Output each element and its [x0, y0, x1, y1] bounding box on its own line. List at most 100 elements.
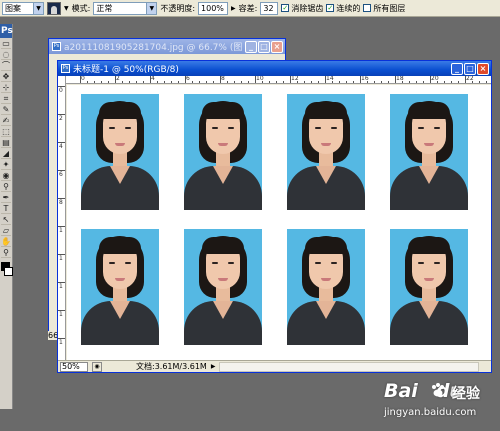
ruler-tick [129, 81, 130, 83]
fill-source-select[interactable]: 图案 ▼ [2, 1, 44, 15]
ruler-tick [157, 81, 158, 83]
document-titlebar[interactable]: Ps 未标题-1 @ 50%(RGB/8) _ □ × [58, 61, 491, 76]
id-photo [81, 94, 159, 210]
document-icon: Ps [61, 64, 70, 73]
tool-button[interactable]: ⌗ [1, 94, 11, 104]
background-color-swatch[interactable] [4, 267, 13, 276]
mouth [218, 278, 228, 281]
ruler-tick [297, 81, 298, 83]
baidu-watermark: Bai du 经验 jingyan.baidu.com [384, 380, 494, 428]
id-photo [184, 94, 262, 210]
ruler-label: 0 [59, 87, 63, 94]
horizontal-scrollbar[interactable] [219, 361, 479, 372]
ruler-tick [381, 81, 382, 83]
mode-label: 模式: [71, 3, 91, 13]
chevron-down-icon: ▼ [146, 2, 157, 14]
zoom-field[interactable]: 50% [60, 361, 88, 372]
id-photo [287, 229, 365, 345]
ruler-tick [269, 81, 270, 83]
ruler-tick [199, 81, 200, 83]
ruler-tick [58, 282, 65, 283]
antialias-checkbox[interactable]: ✓ 消除锯齿 [281, 3, 323, 14]
fringe [202, 102, 244, 119]
ruler-label: 8 [59, 199, 63, 206]
tool-button[interactable]: ⚲ [1, 182, 11, 192]
tolerance-label: 容差: [238, 3, 258, 13]
background-window-titlebar[interactable]: Ps a20111081905281704.jpg @ 66.7% (图... … [49, 39, 285, 54]
status-arrow-icon[interactable]: ▶ [211, 363, 216, 370]
tool-button[interactable]: ▱ [1, 226, 11, 236]
tool-options-bar: 图案 ▼ ▼ 模式: 正常 ▼ 不透明度: 100% ▶ 容差: 32 ✓ 消除锯… [0, 0, 500, 17]
ruler-tick [332, 81, 333, 83]
ruler-tick [58, 226, 65, 227]
right-eye [125, 127, 131, 129]
pattern-dropdown-icon[interactable]: ▼ [64, 5, 69, 12]
minimize-icon[interactable]: _ [451, 62, 463, 75]
ruler-tick [185, 76, 186, 83]
tool-button[interactable]: ✋ [1, 237, 11, 247]
canvas-area[interactable] [67, 85, 491, 360]
tool-button[interactable]: ⊹ [1, 83, 11, 93]
ruler-tick [465, 76, 466, 83]
tool-button[interactable]: ◌ [1, 50, 11, 60]
fringe [408, 102, 450, 119]
left-eye [315, 262, 321, 264]
ruler-tick [58, 86, 65, 87]
ruler-tick [395, 76, 396, 83]
opacity-arrow-icon[interactable]: ▶ [231, 5, 236, 12]
jingyan-label: 经验 [452, 386, 480, 402]
tool-button[interactable]: ⬚ [1, 127, 11, 137]
left-eye [212, 262, 218, 264]
fringe [99, 237, 141, 254]
document-window[interactable]: Ps 未标题-1 @ 50%(RGB/8) _ □ × 0 2 4 6 8 10 12 14 1… [57, 60, 492, 373]
close-icon[interactable]: × [477, 62, 489, 75]
id-photo [390, 229, 468, 345]
document-title: 未标题-1 @ 50%(RGB/8) [73, 65, 179, 75]
tool-button[interactable]: ✎ [1, 105, 11, 115]
mode-select[interactable]: 正常 ▼ [93, 1, 158, 15]
tool-button[interactable]: ▭ [1, 39, 11, 49]
ruler-label: 2 [59, 115, 63, 122]
contiguous-checkbox[interactable]: ✓ 连续的 [326, 3, 360, 14]
ruler-tick [360, 76, 361, 83]
horizontal-ruler: 0 2 4 6 8 10 12 14 16 18 20 22 [66, 76, 491, 84]
id-photo [287, 94, 365, 210]
maximize-icon[interactable]: □ [464, 62, 476, 75]
tool-button[interactable]: T [1, 204, 11, 214]
opacity-input[interactable]: 100% [198, 1, 229, 15]
left-eye [212, 127, 218, 129]
tolerance-input[interactable]: 32 [260, 1, 279, 15]
right-eye [331, 127, 337, 129]
ruler-tick [192, 81, 193, 83]
ruler-label: 4 [59, 143, 63, 150]
tool-button[interactable]: ✥ [1, 72, 11, 82]
tool-button[interactable]: ◢ [1, 149, 11, 159]
mouth [321, 278, 331, 281]
ruler-tick [423, 81, 424, 83]
ruler-tick [283, 81, 284, 83]
right-eye [331, 262, 337, 264]
tool-button[interactable]: ✦ [1, 160, 11, 170]
tool-button[interactable]: ◉ [1, 171, 11, 181]
mouth [424, 278, 434, 281]
ruler-tick [87, 81, 88, 83]
maximize-icon[interactable]: □ [258, 40, 270, 53]
all-layers-checkbox[interactable]: ·所有图层 [363, 3, 405, 14]
right-eye [228, 127, 234, 129]
ruler-tick [290, 76, 291, 83]
tool-button[interactable]: ▤ [1, 138, 11, 148]
minimize-icon[interactable]: _ [245, 40, 257, 53]
tool-button[interactable]: ⚲ [1, 248, 11, 258]
tool-button[interactable]: ✒ [1, 193, 11, 203]
tool-button[interactable]: ⌒ [1, 61, 11, 71]
pattern-swatch[interactable] [47, 1, 61, 15]
tool-button[interactable]: ↖ [1, 215, 11, 225]
ruler-tick [164, 81, 165, 83]
ruler-tick [58, 142, 65, 143]
tool-button[interactable]: ✍ [1, 116, 11, 126]
ruler-tick [367, 81, 368, 83]
window-controls: _ □ × [245, 40, 285, 53]
status-menu-icon[interactable]: ◉ [92, 361, 102, 372]
unchecked-box-icon: · [363, 4, 372, 12]
close-icon[interactable]: × [271, 40, 283, 53]
